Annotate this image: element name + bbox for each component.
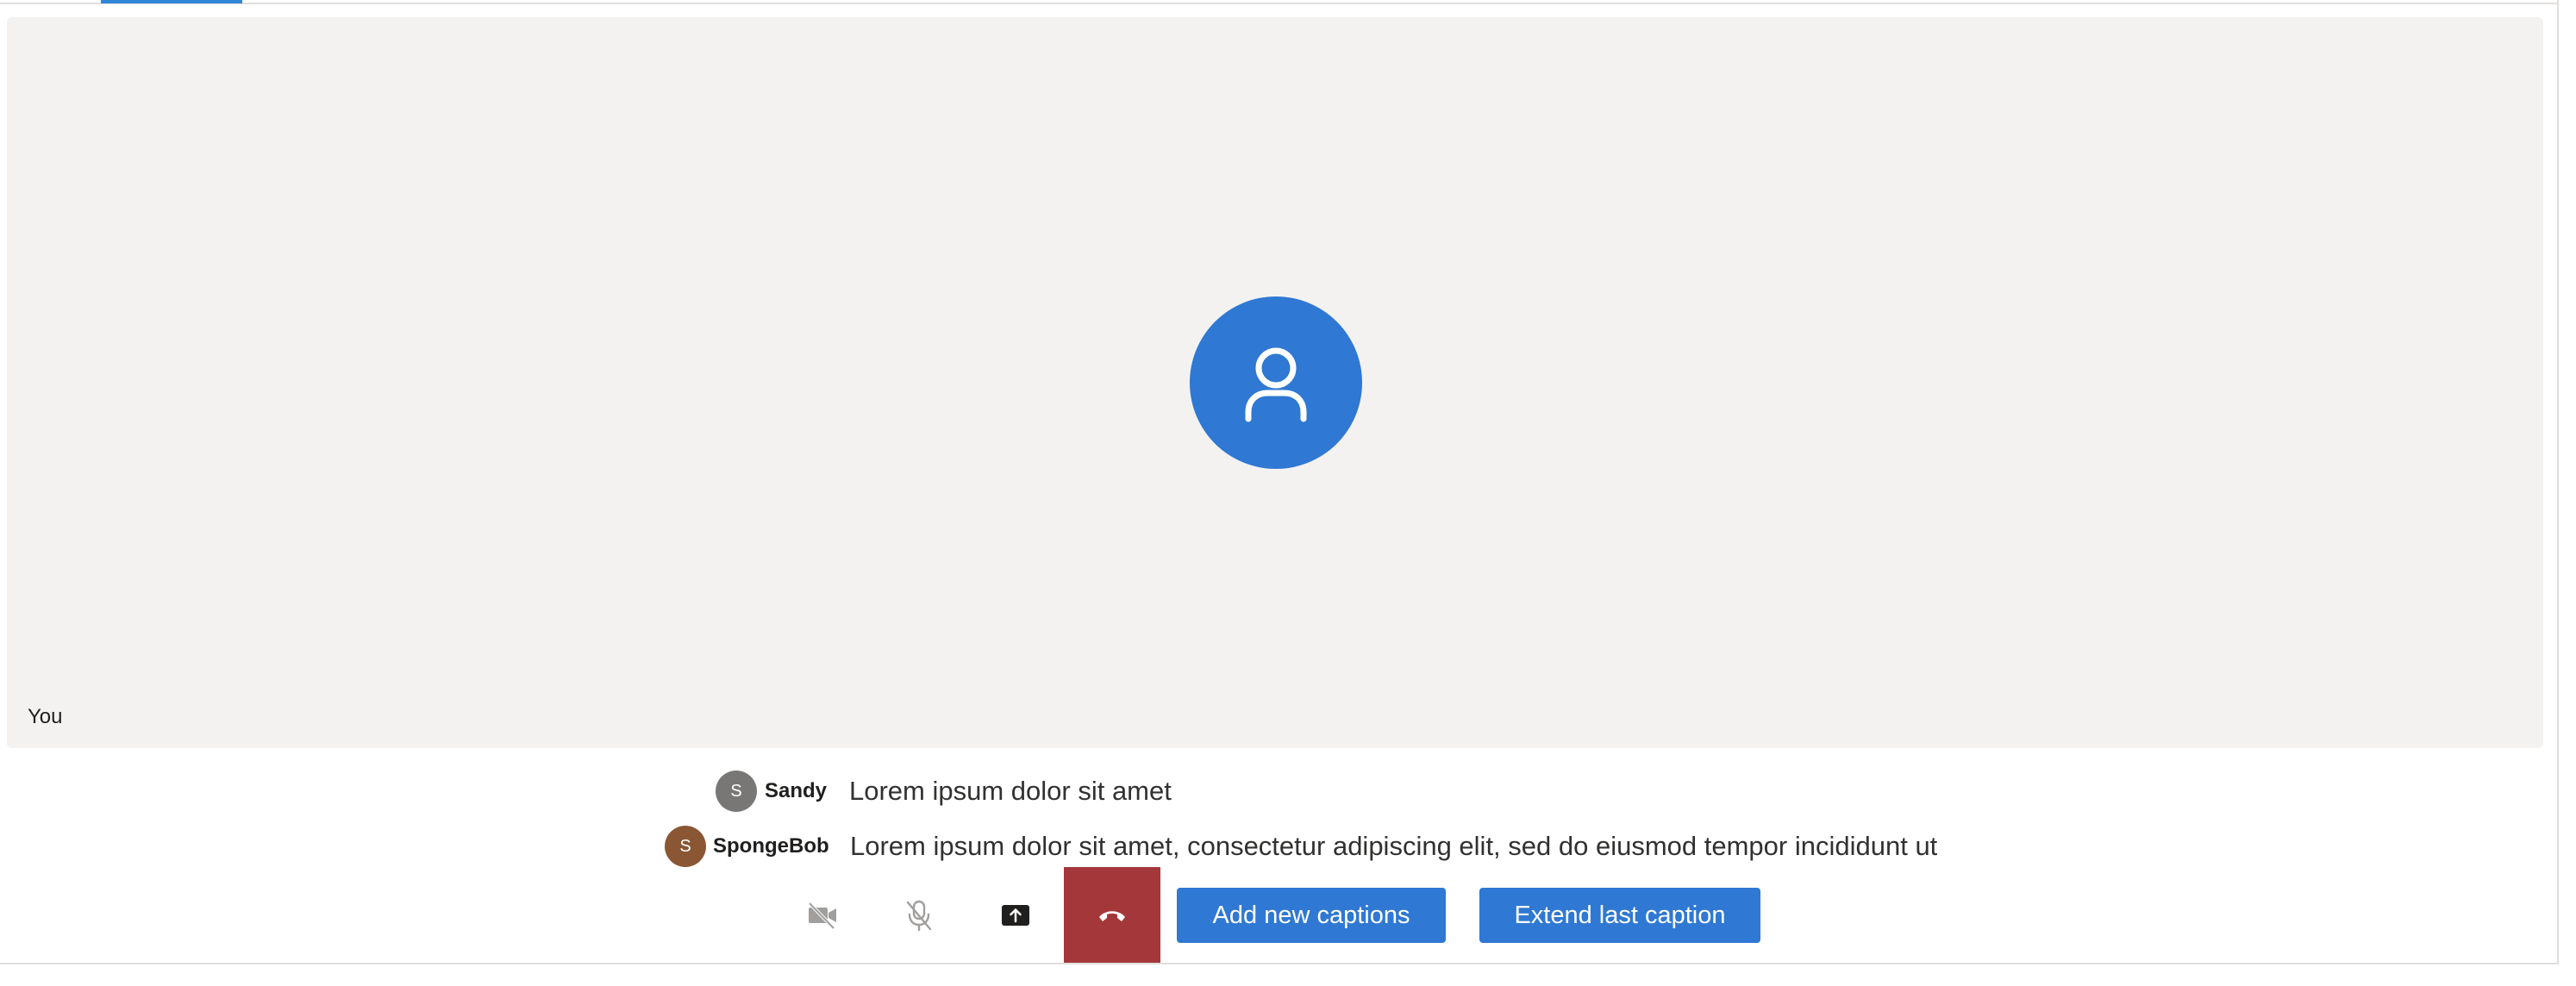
- right-divider: [2557, 0, 2559, 964]
- local-video-tile: You: [7, 17, 2543, 748]
- local-avatar: [1190, 296, 1362, 469]
- end-call-button[interactable]: [1064, 867, 1160, 964]
- active-tab-indicator: [101, 0, 242, 3]
- caption-text: Lorem ipsum dolor sit amet: [849, 776, 1172, 806]
- share-screen-button[interactable]: [967, 867, 1064, 964]
- add-captions-button[interactable]: Add new captions: [1177, 888, 1446, 943]
- hang-up-icon: [1099, 911, 1125, 921]
- participant-name: You: [28, 705, 63, 728]
- camera-toggle-button[interactable]: [774, 867, 871, 964]
- extend-caption-button[interactable]: Extend last caption: [1479, 888, 1760, 943]
- share-screen-icon: [1002, 905, 1029, 926]
- speaker-name: Sandy: [765, 779, 828, 802]
- speaker-avatar: S: [665, 826, 706, 867]
- mic-off-icon: [906, 900, 932, 932]
- speaker-name: SpongeBob: [713, 834, 829, 858]
- mic-toggle-button[interactable]: [871, 867, 967, 964]
- person-icon: [1245, 347, 1307, 422]
- caption-text: Lorem ipsum dolor sit amet, consectetur …: [850, 831, 1938, 861]
- caption-row: S Sandy Lorem ipsum dolor sit amet: [716, 771, 1233, 812]
- bottom-divider: [0, 963, 2559, 964]
- top-divider: [0, 3, 2559, 4]
- camera-off-icon: [808, 902, 836, 930]
- speaker-avatar: S: [716, 771, 757, 812]
- caption-row: S SpongeBob Lorem ipsum dolor sit amet, …: [665, 826, 1992, 867]
- call-screen: You S Sandy Lorem ipsum dolor sit amet S…: [0, 0, 2576, 986]
